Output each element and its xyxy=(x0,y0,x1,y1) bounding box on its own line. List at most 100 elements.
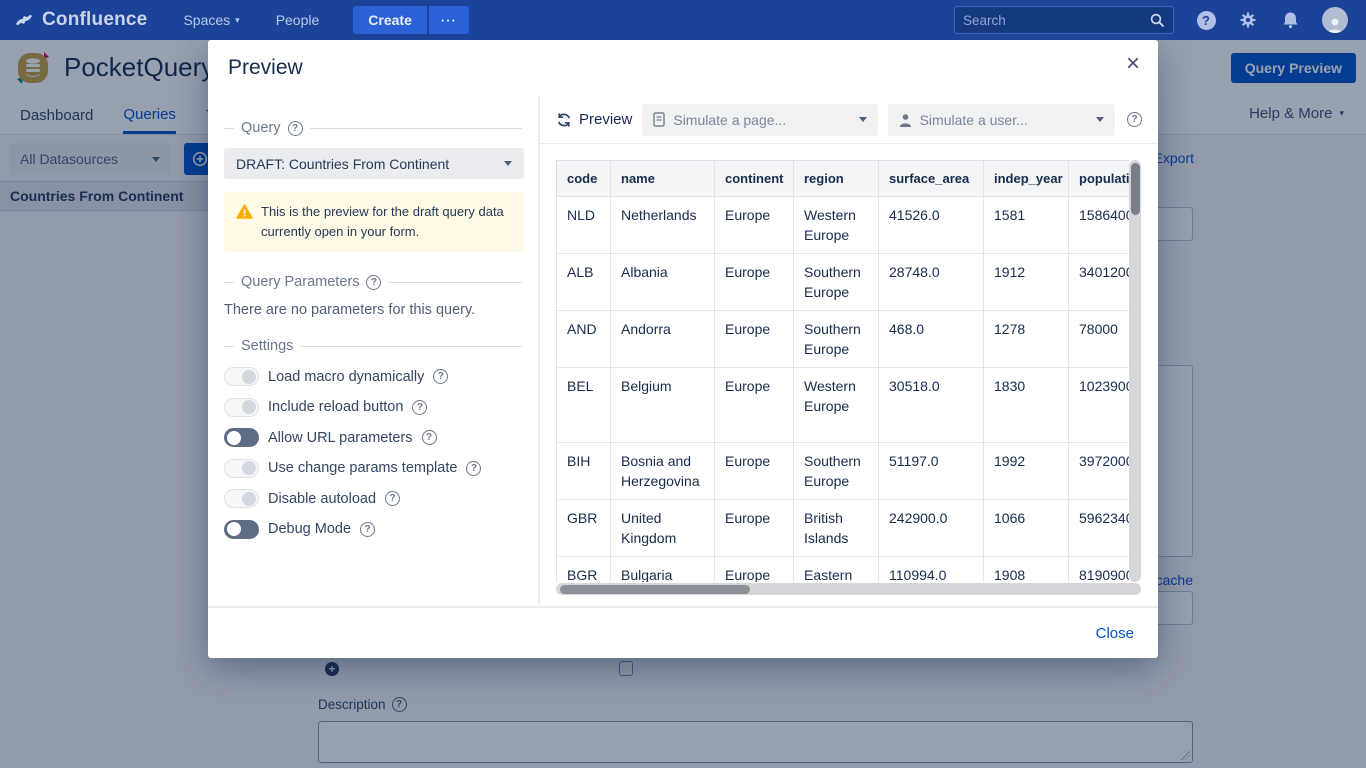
search-icon xyxy=(1149,12,1165,28)
confluence-logo-icon xyxy=(14,10,34,30)
refresh-preview-button[interactable]: Preview xyxy=(556,111,632,128)
table-row: ANDAndorraEuropeSouthern Europe468.01278… xyxy=(557,311,1130,368)
global-search[interactable] xyxy=(954,6,1174,34)
avatar[interactable] xyxy=(1322,7,1348,33)
preview-toolbar: Preview Simulate a page... xyxy=(540,96,1158,144)
column-header: code xyxy=(557,161,611,197)
table-header: codenamecontinentregionsurface_areaindep… xyxy=(557,161,1130,197)
help-icon[interactable]: ? xyxy=(422,430,437,445)
close-button[interactable]: Close xyxy=(1096,625,1134,642)
table-cell: 1908 xyxy=(984,557,1069,583)
table-cell: ALB xyxy=(557,254,611,311)
setting-row: Debug Mode? xyxy=(224,520,522,539)
refresh-icon xyxy=(556,112,572,128)
settings-section-legend: Settings xyxy=(224,338,522,354)
draft-warning-message: This is the preview for the draft query … xyxy=(224,192,524,252)
table-cell: Europe xyxy=(715,500,794,557)
search-input[interactable] xyxy=(963,13,1149,28)
table-cell: 1992 xyxy=(984,443,1069,500)
table-cell: 78000 xyxy=(1069,311,1130,368)
toggle-disable-autoload[interactable] xyxy=(224,489,259,508)
table-cell: 28748.0 xyxy=(879,254,984,311)
table-cell: Western Europe xyxy=(794,197,879,254)
toggle-allow-url-parameters[interactable] xyxy=(224,428,259,447)
chevron-down-icon: ▾ xyxy=(235,16,240,25)
help-icon[interactable]: ? xyxy=(433,369,448,384)
table-cell: Southern Europe xyxy=(794,443,879,500)
table-cell: 3401200 xyxy=(1069,254,1130,311)
help-icon[interactable]: ? xyxy=(412,400,427,415)
vertical-scrollbar[interactable] xyxy=(1129,160,1141,582)
table-cell: 242900.0 xyxy=(879,500,984,557)
confluence-logo[interactable]: Confluence xyxy=(14,9,147,31)
modal-title: Preview xyxy=(228,56,303,80)
column-header: population xyxy=(1069,161,1130,197)
nav-people[interactable]: People xyxy=(276,12,320,28)
table-cell: 15864000 xyxy=(1069,197,1130,254)
close-icon[interactable]: × xyxy=(1126,52,1140,76)
help-icon[interactable]: ? xyxy=(466,461,481,476)
setting-label: Allow URL parameters xyxy=(268,430,413,446)
simulate-page-select[interactable]: Simulate a page... xyxy=(642,104,877,136)
table-cell: NLD xyxy=(557,197,611,254)
simulate-user-select[interactable]: Simulate a user... xyxy=(888,104,1115,136)
toggle-use-change-params-template[interactable] xyxy=(224,459,259,478)
preview-result-pane: Preview Simulate a page... xyxy=(540,96,1158,606)
table-cell: Europe xyxy=(715,557,794,583)
horizontal-scrollbar-thumb[interactable] xyxy=(560,585,750,594)
table-cell: Albania xyxy=(611,254,715,311)
table-cell: 51197.0 xyxy=(879,443,984,500)
table-cell: 1581 xyxy=(984,197,1069,254)
setting-row: Disable autoload? xyxy=(224,489,522,508)
table-row: GBRUnited KingdomEuropeBritish Islands24… xyxy=(557,500,1130,557)
query-select[interactable]: DRAFT: Countries From Continent xyxy=(224,148,524,179)
horizontal-scrollbar[interactable] xyxy=(556,583,1141,595)
help-icon[interactable]: ? xyxy=(1196,10,1216,30)
setting-row: Include reload button? xyxy=(224,398,522,417)
table-cell: Andorra xyxy=(611,311,715,368)
table-cell: Bulgaria xyxy=(611,557,715,583)
table-row: NLDNetherlandsEuropeWestern Europe41526.… xyxy=(557,197,1130,254)
column-header: name xyxy=(611,161,715,197)
notifications-bell-icon[interactable] xyxy=(1280,10,1300,30)
table-cell: 3972000 xyxy=(1069,443,1130,500)
help-icon[interactable]: ? xyxy=(360,522,375,537)
table-cell: Europe xyxy=(715,254,794,311)
no-parameters-text: There are no parameters for this query. xyxy=(224,302,522,318)
vertical-scrollbar-thumb[interactable] xyxy=(1131,163,1140,215)
help-icon[interactable]: ? xyxy=(385,491,400,506)
chevron-down-icon xyxy=(504,161,512,166)
setting-label: Include reload button xyxy=(268,399,403,415)
top-navigation: Confluence Spaces ▾ People Create ··· ? xyxy=(0,0,1366,40)
table-cell: BIH xyxy=(557,443,611,500)
brand-text: Confluence xyxy=(42,9,147,31)
warning-icon xyxy=(236,204,253,220)
create-button[interactable]: Create xyxy=(353,6,427,34)
table-cell: Bosnia and Herzegovina xyxy=(611,443,715,500)
toggle-load-macro-dynamically[interactable] xyxy=(224,367,259,386)
help-icon[interactable]: ? xyxy=(366,275,381,290)
table-row: BELBelgiumEuropeWestern Europe30518.0183… xyxy=(557,368,1130,443)
table-cell: BEL xyxy=(557,368,611,443)
nav-more-button[interactable]: ··· xyxy=(429,6,469,34)
table-cell: 1278 xyxy=(984,311,1069,368)
toggle-debug-mode[interactable] xyxy=(224,520,259,539)
help-icon[interactable]: ? xyxy=(288,121,303,136)
toggle-include-reload-button[interactable] xyxy=(224,398,259,417)
table-cell: Eastern Europe xyxy=(794,557,879,583)
setting-label: Debug Mode xyxy=(268,521,351,537)
gear-icon[interactable] xyxy=(1238,10,1258,30)
nav-spaces[interactable]: Spaces ▾ xyxy=(183,12,239,28)
result-table-zone: codenamecontinentregionsurface_areaindep… xyxy=(556,160,1141,582)
user-icon xyxy=(899,113,912,127)
column-header: indep_year xyxy=(984,161,1069,197)
setting-row: Load macro dynamically? xyxy=(224,367,522,386)
help-icon[interactable]: ? xyxy=(1127,112,1142,127)
column-header: continent xyxy=(715,161,794,197)
table-cell: Southern Europe xyxy=(794,254,879,311)
setting-label: Disable autoload xyxy=(268,491,376,507)
table-cell: 1066 xyxy=(984,500,1069,557)
table-cell: BGR xyxy=(557,557,611,583)
table-cell: 1912 xyxy=(984,254,1069,311)
table-row: BGRBulgariaEuropeEastern Europe110994.01… xyxy=(557,557,1130,583)
